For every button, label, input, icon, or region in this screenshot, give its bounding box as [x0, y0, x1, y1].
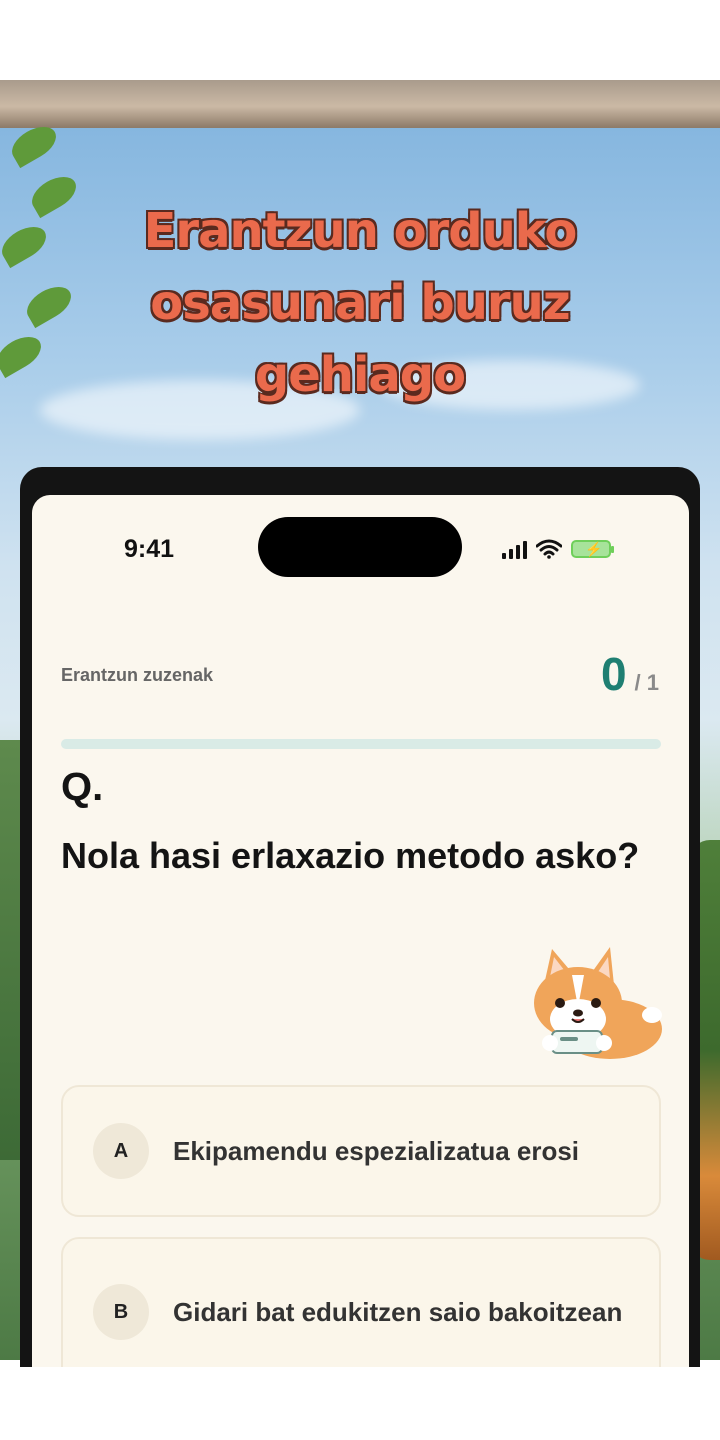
status-time: 9:41	[124, 535, 175, 563]
status-icons: ⚡	[502, 537, 614, 561]
option-text: Gidari bat edukitzen saio bakoitzean	[173, 1297, 623, 1327]
question-marker: Q.	[61, 765, 104, 809]
question-text: Nola hasi erlaxazio metodo asko?	[61, 835, 640, 876]
phone-mockup: 9:41 ⚡ Erantzun zuzenak 0 / 1 Q. Nola ha…	[20, 467, 700, 1367]
cellular-signal-icon	[502, 539, 527, 559]
option-letter-badge: A	[93, 1123, 149, 1179]
promo-headline: Erantzun orduko osasunari buruz gehiago	[0, 195, 720, 411]
dynamic-island	[258, 517, 462, 577]
battery-charging-icon: ⚡	[571, 540, 614, 558]
window-frame	[0, 80, 720, 128]
score-counter: 0 / 1	[601, 647, 659, 701]
answer-option-a[interactable]: A Ekipamendu espezializatua erosi	[61, 1085, 661, 1217]
headline-line-3: gehiago	[254, 347, 466, 403]
option-text: Ekipamendu espezializatua erosi	[173, 1136, 580, 1166]
progress-bar	[61, 739, 661, 749]
headline-line-2: osasunari buruz	[150, 275, 570, 331]
corgi-mascot-icon	[534, 947, 662, 1059]
app-screen: 9:41 ⚡ Erantzun zuzenak 0 / 1 Q. Nola ha…	[32, 495, 689, 1367]
option-letter-badge: B	[93, 1284, 149, 1340]
answer-option-b[interactable]: B Gidari bat edukitzen saio bakoitzean	[61, 1237, 661, 1367]
score-total: / 1	[634, 670, 659, 695]
score-value: 0	[600, 648, 627, 700]
headline-line-1: Erantzun orduko	[143, 203, 578, 259]
wifi-icon	[536, 539, 562, 559]
score-label: Erantzun zuzenak	[61, 665, 214, 685]
